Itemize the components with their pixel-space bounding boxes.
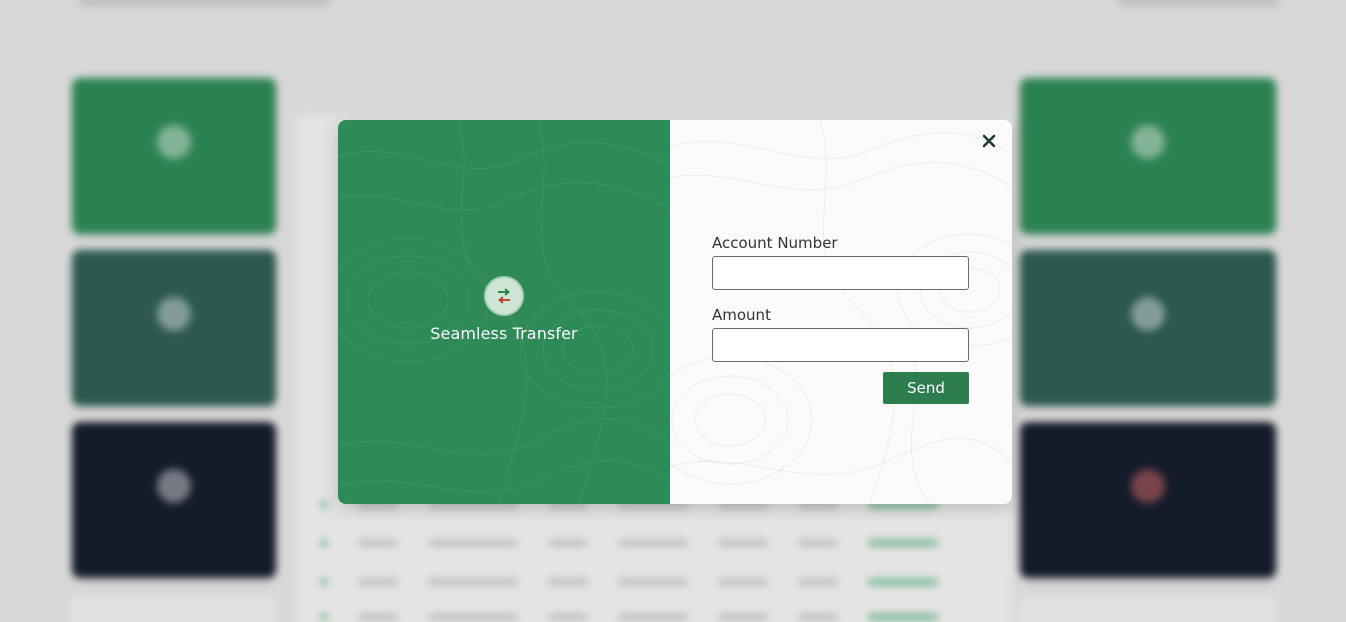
account-number-input[interactable]: [712, 256, 969, 290]
account-number-label: Account Number: [712, 234, 838, 252]
close-icon: [982, 134, 996, 148]
transfer-arrows-icon: [484, 276, 524, 316]
modal-title: Seamless Transfer: [430, 324, 578, 343]
amount-label: Amount: [712, 306, 771, 324]
modal-left-panel: Seamless Transfer: [338, 120, 670, 504]
send-button[interactable]: Send: [883, 372, 969, 404]
amount-input[interactable]: [712, 328, 969, 362]
transfer-arrows-glyph: [498, 288, 510, 304]
close-button[interactable]: [978, 130, 1000, 152]
transfer-form: Account Number Amount Send: [712, 234, 969, 404]
modal-right-panel: Account Number Amount Send: [670, 120, 1012, 504]
transfer-modal: Seamless Transfer Account Number Amount …: [338, 120, 1012, 504]
